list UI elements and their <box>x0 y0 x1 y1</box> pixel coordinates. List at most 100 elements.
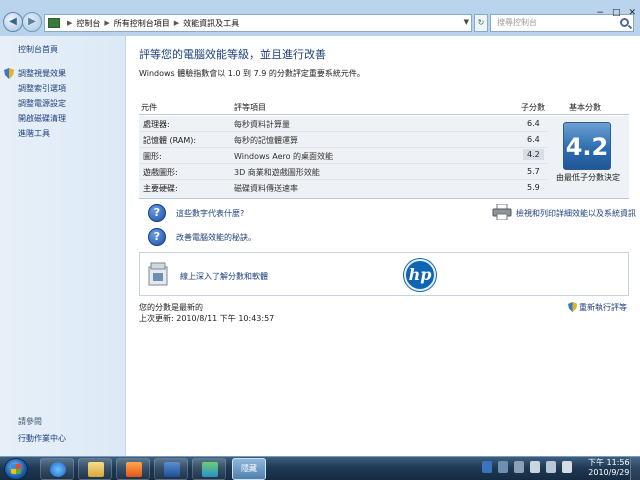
base-score-tile: 4.2 <box>563 122 611 170</box>
component-name: 記憶體 (RAM): <box>143 136 197 145</box>
link-disk-cleanup[interactable]: 開啟磁碟清理 <box>18 113 125 124</box>
breadcrumb[interactable]: ▶ 控制台 ▶ 所有控制台項目 ▶ 效能資訊及工具 ▼ <box>44 14 472 32</box>
address-bar: ◀ ▶ ▶ 控制台 ▶ 所有控制台項目 ▶ 效能資訊及工具 ▼ ↻ 搜尋控制台 … <box>0 8 640 36</box>
rerun-assessment-link[interactable]: 重新執行評等 <box>568 302 627 313</box>
taskbar-media-player[interactable] <box>116 458 150 480</box>
taskbar-messenger[interactable] <box>192 458 226 480</box>
table-row: 記憶體 (RAM): 每秒的記憶體運算 6.4 <box>139 132 547 148</box>
app-tray-icon[interactable] <box>498 461 508 473</box>
link-learn-more-online[interactable]: 線上深入了解分數和軟體 <box>180 271 268 282</box>
rating-item: 每秒資料計算量 <box>234 120 290 129</box>
taskbar-active-window[interactable]: 隱藏 <box>232 458 266 480</box>
component-name: 處理器: <box>143 120 170 129</box>
volume-icon[interactable] <box>562 461 572 473</box>
uac-shield-icon <box>4 68 14 79</box>
control-panel-window: ◀ ▶ ▶ 控制台 ▶ 所有控制台項目 ▶ 效能資訊及工具 ▼ ↻ 搜尋控制台 … <box>0 0 640 456</box>
maximize-button[interactable]: □ <box>612 8 621 18</box>
taskbar-explorer[interactable] <box>78 458 112 480</box>
base-score-panel: 4.2 由最低子分數決定 <box>547 116 629 198</box>
score-table-header: 元件 評等項目 子分數 基本分數 <box>139 100 629 114</box>
help-tray-icon[interactable] <box>482 461 492 473</box>
back-arrow-icon: ◀ <box>9 16 17 27</box>
system-tray <box>482 461 572 473</box>
see-also-heading: 請參閱 <box>18 417 42 426</box>
checkmark-icon <box>164 462 180 477</box>
app-tray-icon[interactable] <box>514 461 524 473</box>
taskbar: 隱藏 下午 11:56 2010/9/29 <box>0 456 640 480</box>
search-placeholder: 搜尋控制台 <box>497 18 537 27</box>
ie-icon <box>50 462 66 477</box>
base-score-caption: 由最低子分數決定 <box>556 173 620 182</box>
link-adjust-power[interactable]: 調整電源設定 <box>18 98 125 109</box>
table-row: 主要硬碟: 磁碟資料傳送速率 5.9 <box>139 180 547 196</box>
main-content: 評等您的電腦效能等級，並且進行改善 Windows 體驗指數會以 1.0 到 7… <box>126 36 640 456</box>
score-table-body: 處理器: 每秒資料計算量 6.4 記憶體 (RAM): 每秒的記憶體運算 6.4… <box>139 116 547 198</box>
link-improve-performance-tips[interactable]: 改善電腦效能的秘訣。 <box>176 232 256 243</box>
subscore: 5.9 <box>527 183 540 192</box>
score-status: 您的分數是最新的 上次更新: 2010/8/11 下午 10:43:57 <box>139 302 274 324</box>
page-subtitle: Windows 體驗指數會以 1.0 到 7.9 的分數評定重要系統元件。 <box>139 69 365 78</box>
subscore: 5.7 <box>527 167 540 176</box>
folder-icon <box>88 462 104 477</box>
table-row: 處理器: 每秒資料計算量 6.4 <box>139 116 547 132</box>
header-component: 元件 <box>141 103 157 112</box>
link-view-print-details[interactable]: 檢視和列印詳細效能以及系統資訊 <box>516 208 636 219</box>
breadcrumb-control-panel[interactable]: 控制台 <box>76 18 100 29</box>
network-icon[interactable] <box>546 461 556 473</box>
show-desktop-button[interactable] <box>630 457 640 480</box>
rating-item: 3D 商業和遊戲圖形效能 <box>234 168 320 177</box>
header-base-score: 基本分數 <box>569 103 601 112</box>
subscore: 6.4 <box>527 119 540 128</box>
chevron-down-icon[interactable]: ▼ <box>464 18 469 26</box>
table-row: 圖形: Windows Aero 的桌面效能 4.2 <box>139 148 547 164</box>
uac-shield-icon <box>568 302 577 312</box>
help-icon: ? <box>148 204 166 222</box>
breadcrumb-all-items[interactable]: 所有控制台項目 <box>114 18 170 29</box>
left-task-pane: 控制台首頁 調整視覺效果 調整索引選項 調整電源設定 開啟磁碟清理 進階工具 請… <box>0 36 126 456</box>
window-controls: − □ ✕ <box>596 8 636 18</box>
clock-time: 下午 11:56 <box>588 458 630 467</box>
link-label: 調整視覺效果 <box>18 69 66 78</box>
forward-arrow-icon: ▶ <box>28 16 36 27</box>
rerun-label: 重新執行評等 <box>579 303 627 312</box>
start-button[interactable] <box>4 458 28 480</box>
search-icon[interactable] <box>620 18 629 27</box>
taskbar-app[interactable] <box>154 458 188 480</box>
chevron-right-icon[interactable]: ▶ <box>104 19 109 27</box>
divider <box>139 198 629 199</box>
clock-date: 2010/9/29 <box>588 468 630 477</box>
forward-button[interactable]: ▶ <box>22 12 42 32</box>
header-rating-item: 評等項目 <box>234 103 266 112</box>
table-row: 遊戲圖形: 3D 商業和遊戲圖形效能 5.7 <box>139 164 547 180</box>
close-button[interactable]: ✕ <box>628 8 636 18</box>
control-panel-icon <box>48 18 60 28</box>
minimize-button[interactable]: − <box>596 8 604 18</box>
chevron-right-icon[interactable]: ▶ <box>67 19 72 27</box>
link-what-numbers-mean[interactable]: 這些數字代表什麼? <box>176 208 244 219</box>
component-name: 遊戲圖形: <box>143 168 178 177</box>
divider <box>139 114 629 115</box>
link-adjust-indexing[interactable]: 調整索引選項 <box>18 83 125 94</box>
component-name: 主要硬碟: <box>143 184 178 193</box>
breadcrumb-performance[interactable]: 效能資訊及工具 <box>183 18 239 29</box>
flag-icon[interactable] <box>530 461 540 473</box>
messenger-icon <box>202 462 218 477</box>
media-player-icon <box>126 462 142 477</box>
subscore: 6.4 <box>527 135 540 144</box>
rating-item: 每秒的記憶體運算 <box>234 136 298 145</box>
hp-logo[interactable]: hp <box>404 259 436 291</box>
page-title: 評等您的電腦效能等級，並且進行改善 <box>139 48 326 61</box>
link-advanced-tools[interactable]: 進階工具 <box>18 128 125 139</box>
help-icon: ? <box>148 228 166 246</box>
link-adjust-visual-effects[interactable]: 調整視覺效果 <box>4 68 125 79</box>
rating-item: 磁碟資料傳送速率 <box>234 184 298 193</box>
see-also-section: 請參閱 行動作業中心 <box>18 416 66 448</box>
subscore: 4.2 <box>523 149 544 160</box>
back-button[interactable]: ◀ <box>3 12 23 32</box>
chevron-right-icon[interactable]: ▶ <box>174 19 179 27</box>
taskbar-ie[interactable] <box>40 458 74 480</box>
link-control-panel-home[interactable]: 控制台首頁 <box>18 44 125 55</box>
link-action-center[interactable]: 行動作業中心 <box>18 433 66 444</box>
refresh-button[interactable]: ↻ <box>474 14 488 32</box>
taskbar-clock[interactable]: 下午 11:56 2010/9/29 <box>588 458 630 478</box>
